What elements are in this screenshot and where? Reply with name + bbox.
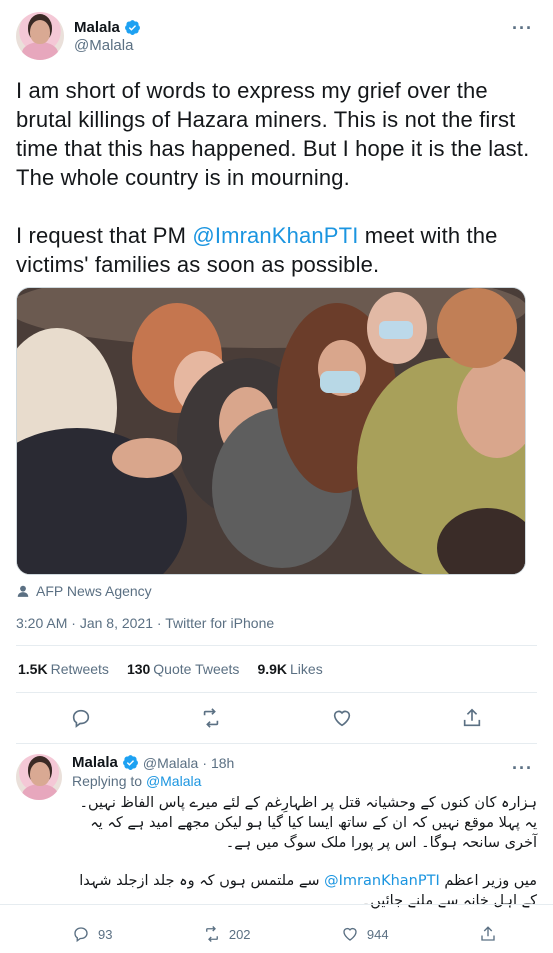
tweet-meta: 3:20 AMJan 8, 2021Twitter for iPhone <box>16 615 537 646</box>
reply-icon <box>74 927 88 943</box>
reply-text-para1: ہزارہ کان کنوں کے وحشیانہ قتل پر اظہارِغ… <box>79 795 537 851</box>
tweet-header: Malala @Malala <box>16 12 537 60</box>
reply-mention-link[interactable]: @ImranKhanPTI <box>324 873 440 889</box>
share-icon <box>481 926 495 941</box>
quote-tweets-stat[interactable]: 130 Quote Tweets <box>127 661 240 677</box>
reply-count: 93 <box>98 926 113 942</box>
avatar[interactable] <box>16 12 64 60</box>
tweet-time[interactable]: 3:20 AM <box>16 615 67 631</box>
reply-avatar[interactable] <box>16 754 62 800</box>
retweet-icon[interactable] <box>200 707 222 729</box>
reply-display-name[interactable]: Malala <box>72 754 118 771</box>
photo-credit-text[interactable]: AFP News Agency <box>36 583 152 599</box>
reply-like-button[interactable]: 944 <box>341 925 389 943</box>
more-icon[interactable]: ··· <box>512 758 533 779</box>
retweet-count: 202 <box>228 926 251 942</box>
reply-tweet[interactable]: Malala @Malala · 18h ··· Replying to @Ma… <box>0 744 553 953</box>
tweet-source[interactable]: Twitter for iPhone <box>153 615 274 631</box>
display-name[interactable]: Malala <box>74 19 120 36</box>
reply-text-para2: میں وزیر اعظم @ImranKhanPTI سے ملتمس ہوں… <box>79 873 537 909</box>
reply-icon[interactable] <box>70 707 92 729</box>
verified-badge-icon <box>122 755 138 770</box>
reply-share-button[interactable] <box>479 925 497 943</box>
more-icon[interactable]: ··· <box>512 18 533 39</box>
mention-link[interactable]: @ImranKhanPTI <box>192 223 358 248</box>
tweet-text: I am short of words to express my grief … <box>16 76 537 279</box>
tweet-photo[interactable] <box>16 287 526 575</box>
tweet-stats: 1.5K Retweets 130 Quote Tweets 9.9K Likes <box>16 646 537 693</box>
photo-credit: AFP News Agency <box>16 583 537 599</box>
reply-body: Malala @Malala · 18h ··· Replying to @Ma… <box>72 754 537 953</box>
retweets-stat[interactable]: 1.5K Retweets <box>18 661 109 677</box>
reply-actions: 93 202 944 <box>72 911 537 953</box>
like-icon <box>343 927 357 941</box>
like-icon[interactable] <box>331 707 353 729</box>
share-icon[interactable] <box>461 707 483 729</box>
reply-reply-button[interactable]: 93 <box>72 925 112 943</box>
handle[interactable]: @Malala <box>74 37 141 54</box>
tweet-date[interactable]: Jan 8, 2021 <box>67 615 153 631</box>
reply-handle[interactable]: @Malala <box>143 755 198 771</box>
likes-stat[interactable]: 9.9K Likes <box>257 661 322 677</box>
verified-badge-icon <box>124 19 140 35</box>
tweet-actions <box>16 693 537 744</box>
main-tweet: Malala @Malala ··· I am short of words t… <box>0 0 553 744</box>
retweet-icon <box>205 926 218 942</box>
reply-header: Malala @Malala · 18h <box>72 754 537 771</box>
replying-to: Replying to @Malala <box>72 773 202 789</box>
like-count: 944 <box>366 926 389 942</box>
reply-retweet-button[interactable]: 202 <box>203 925 251 943</box>
author-names: Malala @Malala <box>74 19 141 54</box>
reply-separator: · <box>202 754 207 771</box>
reply-age[interactable]: 18h <box>211 755 234 771</box>
photo-illustration <box>17 288 525 574</box>
user-icon <box>17 585 29 597</box>
replying-to-link[interactable]: @Malala <box>146 773 201 789</box>
